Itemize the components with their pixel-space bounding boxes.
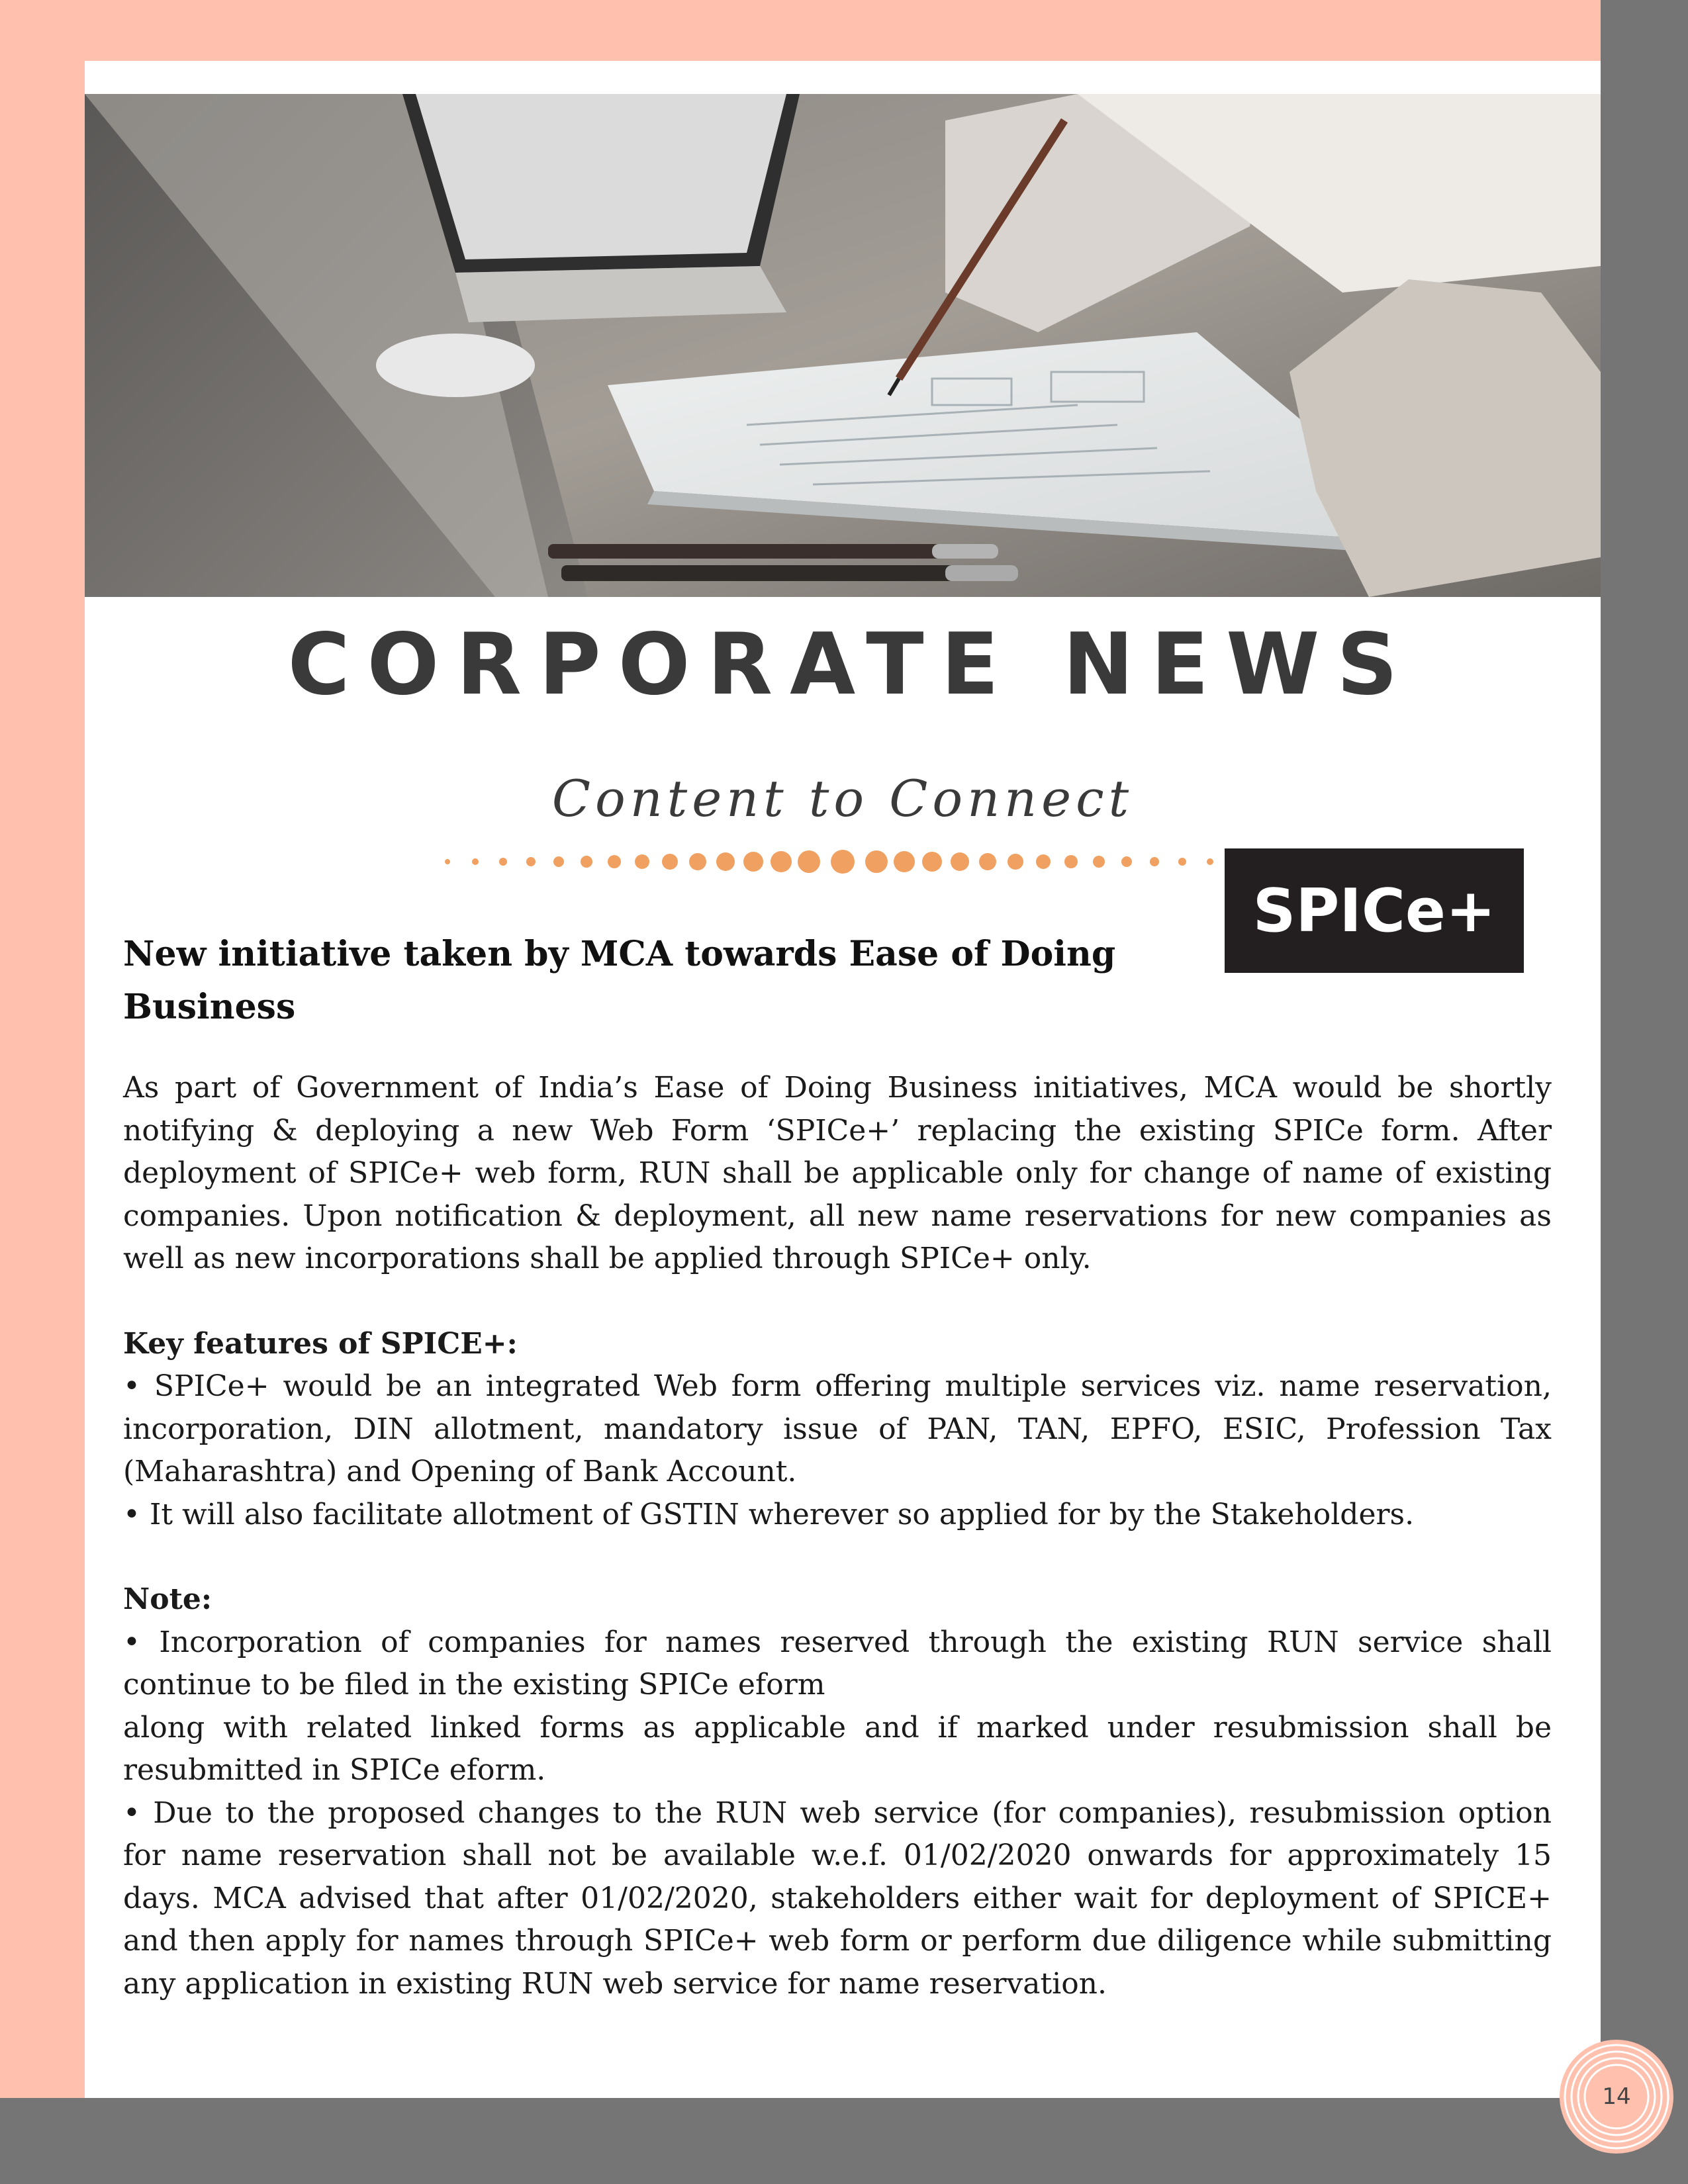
page-number: 14 — [1602, 2083, 1631, 2110]
article-headline: New initiative taken by MCA towards Ease… — [123, 934, 1116, 1027]
page-subtitle: Content to Connect — [551, 769, 1134, 828]
left-border — [0, 0, 85, 2098]
feature-item: • SPICe+ would be an integrated Web form… — [123, 1369, 1552, 1488]
top-border — [0, 0, 1601, 61]
intro-paragraph: As part of Government of India’s Ease of… — [123, 1071, 1552, 1275]
note-heading: Note: — [123, 1582, 212, 1616]
right-border — [1601, 0, 1688, 2184]
note-item: • Due to the proposed changes to the RUN… — [123, 1796, 1552, 2001]
page-title: CORPORATE NEWS — [287, 615, 1415, 714]
feature-item: • It will also facilitate allotment of G… — [123, 1497, 1415, 1531]
spice-badge: SPICe+ — [1225, 848, 1524, 973]
page-sheet: CORPORATE NEWS Content to Connect New in… — [85, 61, 1673, 2154]
page-number-badge: 14 — [1558, 2038, 1675, 2155]
features-heading: Key features of SPICE+: — [123, 1326, 518, 1361]
article-body: As part of Government of India’s Ease of… — [123, 1067, 1552, 2005]
bottom-border — [0, 2098, 1688, 2184]
note-item: along with related linked forms as appli… — [123, 1710, 1552, 1788]
note-item: • Incorporation of companies for names r… — [123, 1625, 1552, 1702]
hero-photo — [85, 94, 1601, 597]
